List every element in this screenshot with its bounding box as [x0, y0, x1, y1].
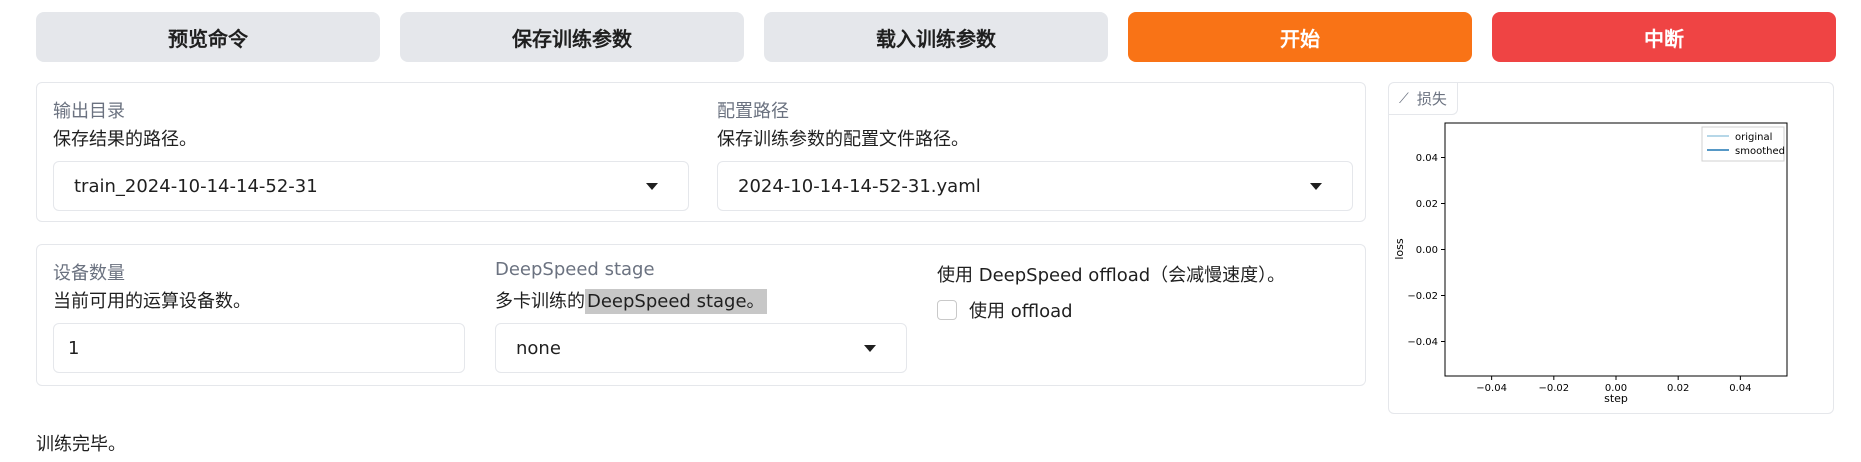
- x-axis-label: step: [1604, 392, 1628, 405]
- preview-command-button[interactable]: 预览命令: [36, 12, 380, 62]
- ds-stage-dropdown[interactable]: none: [495, 323, 907, 373]
- ds-stage-value: none: [516, 337, 561, 359]
- x-tick-label: −0.04: [1476, 383, 1507, 394]
- y-tick-label: 0.02: [1416, 199, 1438, 210]
- y-tick-label: −0.04: [1407, 337, 1438, 348]
- abort-button[interactable]: 中断: [1492, 12, 1836, 62]
- legend-original-label: original: [1735, 132, 1772, 143]
- config-path-dropdown[interactable]: 2024-10-14-14-52-31.yaml: [717, 161, 1353, 211]
- y-axis-label: loss: [1393, 238, 1406, 260]
- distributed-card: 设备数量 当前可用的运算设备数。 1 DeepSpeed stage 多卡训练的…: [36, 244, 1366, 386]
- chart-legend: original smoothed: [1701, 126, 1785, 162]
- output-dir-label: 输出目录: [53, 101, 125, 122]
- config-path-value: 2024-10-14-14-52-31.yaml: [738, 175, 981, 197]
- loss-plot-tab[interactable]: ⟋ 损失: [1389, 83, 1458, 115]
- chevron-down-icon: [864, 345, 876, 352]
- chevron-down-icon: [1310, 183, 1322, 190]
- paths-card: 输出目录 保存结果的路径。 train_2024-10-14-14-52-31 …: [36, 82, 1366, 222]
- action-bar: 预览命令 保存训练参数 载入训练参数 开始 中断: [36, 12, 1836, 62]
- y-tick-label: 0.00: [1416, 245, 1438, 256]
- ds-offload-info: 使用 DeepSpeed offload（会减慢速度）。: [937, 265, 1286, 286]
- loss-plot-tab-label: 损失: [1416, 90, 1447, 108]
- config-path-info: 保存训练参数的配置文件路径。: [717, 129, 969, 150]
- loss-plot-panel: −0.04 −0.02 0.00 0.02 0.04 0.04 0.02 0.00 −0.02…: [1388, 82, 1834, 414]
- device-count-value: 1: [68, 337, 80, 359]
- ds-stage-info-highlight: DeepSpeed stage。: [585, 289, 767, 314]
- loss-chart: −0.04 −0.02 0.00 0.02 0.04 0.040.020.00−0.02…: [1393, 122, 1788, 405]
- x-tick-label: −0.02: [1538, 383, 1569, 394]
- config-path-label: 配置路径: [717, 101, 789, 122]
- save-args-button[interactable]: 保存训练参数: [400, 12, 744, 62]
- device-count-info: 当前可用的运算设备数。: [53, 291, 251, 312]
- y-tick-label: 0.04: [1416, 153, 1438, 164]
- chart-icon: ⟋: [1399, 90, 1409, 107]
- status-message: 训练完毕。: [36, 434, 126, 455]
- ds-stage-info: 多卡训练的 DeepSpeed stage。: [495, 287, 767, 314]
- load-args-button[interactable]: 载入训练参数: [764, 12, 1108, 62]
- legend-smoothed-label: smoothed: [1735, 146, 1785, 157]
- ds-offload-option[interactable]: 使用 offload: [937, 297, 1073, 323]
- ds-stage-label: DeepSpeed stage: [495, 259, 655, 280]
- output-dir-dropdown[interactable]: train_2024-10-14-14-52-31: [53, 161, 689, 211]
- start-button[interactable]: 开始: [1128, 12, 1472, 62]
- device-count-input[interactable]: 1: [53, 323, 465, 373]
- y-tick-label: −0.02: [1407, 291, 1438, 302]
- device-count-label: 设备数量: [53, 263, 125, 284]
- ds-stage-info-prefix: 多卡训练的: [495, 291, 585, 312]
- output-dir-value: train_2024-10-14-14-52-31: [74, 175, 318, 197]
- ds-offload-checkbox-label: 使用 offload: [969, 301, 1073, 322]
- chevron-down-icon: [646, 183, 658, 190]
- x-tick-label: 0.02: [1667, 383, 1689, 394]
- ds-offload-checkbox[interactable]: [937, 300, 957, 320]
- x-tick-label: 0.04: [1729, 383, 1751, 394]
- output-dir-info: 保存结果的路径。: [53, 129, 197, 150]
